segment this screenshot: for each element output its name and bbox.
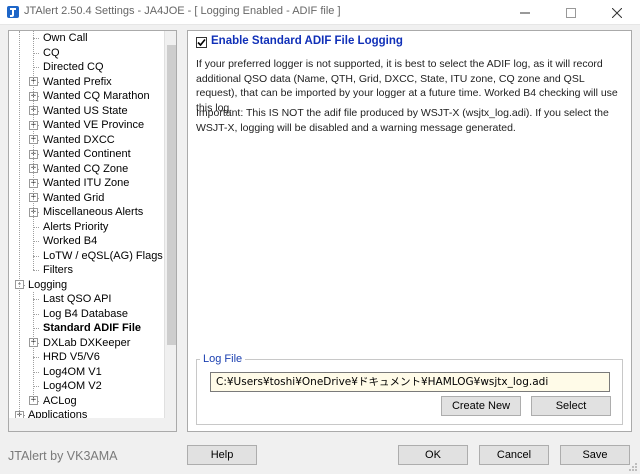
window-title: JTAlert 2.50.4 Settings - JA4JOE - [ Log… [24,5,341,17]
tree-item[interactable]: Log B4 Database [43,307,128,321]
tree-item-label: Alerts Priority [43,220,109,233]
minimize-icon [520,12,530,13]
tree-item-label: DXLab DXKeeper [43,336,131,349]
tree-item-label: Standard ADIF File [43,322,141,334]
tree-item-label: Wanted ITU Zone [43,177,130,189]
tree-item-label: Log4OM V2 [43,380,102,392]
tree-item[interactable]: DXLab DXKeeper [43,336,130,350]
minimize-button[interactable] [502,0,548,25]
log-file-path-field[interactable]: C:¥Users¥toshi¥OneDrive¥ドキュメント¥HAMLOG¥ws… [210,372,610,392]
enable-adif-logging-checkbox[interactable] [196,37,207,48]
maximize-button[interactable] [548,0,594,25]
tree-connector [33,270,39,271]
tree-item[interactable]: Wanted US State [43,104,128,118]
tree-item[interactable]: Wanted VE Province [43,118,144,132]
tree-item-label: HRD V5/V6 [43,351,100,363]
tree-item[interactable]: Directed CQ [43,60,104,74]
tree-item-label: Wanted Prefix [43,75,112,88]
tree-item[interactable]: Log4OM V2 [43,379,102,393]
tree-item-label: Logging [28,278,68,291]
tree-guide-line [19,31,20,423]
tree-horizontal-scrollbar[interactable] [9,418,164,431]
ok-button[interactable]: OK [398,445,468,465]
create-new-button[interactable]: Create New [441,396,521,416]
maximize-icon [566,7,576,18]
tree-item-label: Directed CQ [43,61,104,73]
jtalert-app-icon [7,6,19,18]
tree-item-label: Wanted Grid [43,191,105,204]
tree-item[interactable]: Wanted CQ Zone [43,162,128,176]
tree-item[interactable]: CQ [43,46,60,60]
tree-item[interactable]: Wanted Grid [43,191,104,205]
tree-guide-line [33,31,34,270]
tree-guide-line [33,292,34,401]
tree-item-label: Wanted CQ Zone [43,162,129,175]
save-button[interactable]: Save [560,445,630,465]
tree-item-label: Log4OM V1 [43,365,102,378]
tree-item[interactable]: Wanted Prefix [43,75,112,89]
settings-tree[interactable]: Own Call CQ Directed CQ Wanted Prefix + Wante… [8,30,177,432]
tree-item[interactable]: Own Call [43,31,88,45]
tree-item[interactable]: Logging [28,278,67,292]
title-bar: JTAlert 2.50.4 Settings - JA4JOE - [ Log… [0,0,640,25]
help-button[interactable]: Help [187,445,257,465]
tree-item-label: Wanted US State [43,104,128,117]
tree-item[interactable]: Standard ADIF File [43,321,141,335]
settings-window: JTAlert 2.50.4 Settings - JA4JOE - [ Log… [0,0,640,474]
scroll-corner [164,418,176,431]
tree-item[interactable]: Wanted DXCC [43,133,115,147]
tree-item[interactable]: LoTW / eQSL(AG) Flags [43,249,163,263]
tree-item[interactable]: Miscellaneous Alerts [43,205,143,219]
select-button[interactable]: Select [531,396,611,416]
tree-item[interactable]: HRD V5/V6 [43,350,100,364]
brand-label: JTAlert by VK3AMA [8,449,118,463]
cancel-button[interactable]: Cancel [479,445,549,465]
tree-item-label: Wanted CQ Marathon [43,90,150,102]
checkmark-icon [197,38,206,47]
tree-item-label: Log B4 Database [43,307,129,320]
warning-paragraph: Important: This IS NOT the adif file pro… [196,107,609,134]
close-button[interactable] [594,0,640,25]
tree-item-label: Own Call [43,32,88,44]
log-file-label: Log File [200,353,246,365]
tree-item-label: Miscellaneous Alerts [43,206,144,218]
tree-vertical-scrollbar[interactable] [164,31,176,418]
resize-grip-icon[interactable] [628,462,638,472]
tree-item-label: Wanted Continent [43,148,131,160]
tree-item[interactable]: Wanted ITU Zone [43,176,129,190]
tree-item-label: ACLog [43,394,77,407]
tree-item-label: Worked B4 [43,235,98,247]
tree-item[interactable]: ACLog [43,394,77,408]
tree-item[interactable]: Filters [43,263,73,277]
tree-item[interactable]: Alerts Priority [43,220,108,234]
tree-item[interactable]: Wanted Continent [43,147,131,161]
enable-adif-logging-label[interactable]: Enable Standard ADIF File Logging [211,35,403,47]
tree-item[interactable]: Wanted CQ Marathon [43,89,150,103]
tree-item-label: LoTW / eQSL(AG) Flags [43,249,163,262]
close-icon [612,7,622,18]
tree-item-label: Last QSO API [43,293,112,305]
tree-item[interactable]: Last QSO API [43,292,111,306]
tree-item-label: Filters [43,264,73,276]
settings-panel: Enable Standard ADIF File Logging If you… [187,30,632,432]
tree-item-label: Wanted DXCC [43,133,115,146]
tree-item[interactable]: Worked B4 [43,234,97,248]
tree-item-label: Wanted VE Province [43,119,145,131]
tree-scroll-thumb[interactable] [167,45,176,345]
tree-item[interactable]: Log4OM V1 [43,365,102,379]
tree-item-label: CQ [43,46,60,59]
